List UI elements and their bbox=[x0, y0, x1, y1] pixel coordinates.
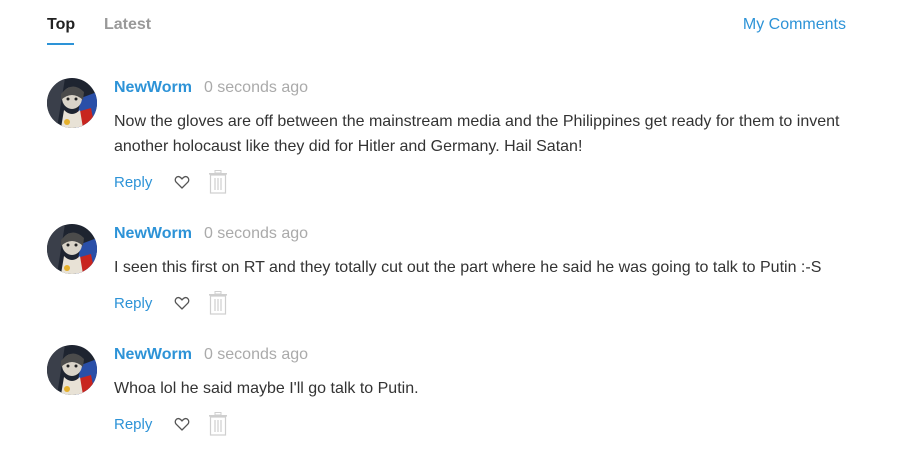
tab-top[interactable]: Top bbox=[47, 16, 75, 34]
avatar-image bbox=[47, 78, 97, 128]
comments-tabs: Top Latest My Comments bbox=[47, 0, 846, 48]
heart-outline-icon[interactable] bbox=[174, 174, 190, 190]
comment-body: NewWorm 0 seconds ago I seen this first o… bbox=[114, 224, 847, 315]
comments-widget: Top Latest My Comments NewWorm 0 seconds … bbox=[0, 0, 903, 467]
avatar[interactable] bbox=[47, 345, 97, 395]
comment-text: I seen this first on RT and they totally… bbox=[114, 259, 822, 276]
avatar-image bbox=[47, 224, 97, 274]
comment-timestamp: 0 seconds ago bbox=[203, 79, 309, 96]
reply-button[interactable]: Reply bbox=[114, 295, 152, 312]
active-tab-indicator bbox=[47, 43, 74, 45]
comment-meta: NewWorm 0 seconds ago bbox=[114, 224, 847, 244]
comment-author[interactable]: NewWorm bbox=[114, 346, 192, 363]
trash-icon[interactable] bbox=[208, 291, 228, 315]
avatar[interactable] bbox=[47, 78, 97, 128]
comment-meta: NewWorm 0 seconds ago bbox=[114, 78, 847, 98]
heart-outline-icon[interactable] bbox=[174, 416, 190, 432]
comment-author[interactable]: NewWorm bbox=[114, 225, 192, 242]
reply-button[interactable]: Reply bbox=[114, 416, 152, 433]
comment-author[interactable]: NewWorm bbox=[114, 79, 192, 96]
trash-icon[interactable] bbox=[208, 170, 228, 194]
comment-body: NewWorm 0 seconds ago Whoa lol he said ma… bbox=[114, 345, 847, 436]
my-comments-link[interactable]: My Comments bbox=[743, 16, 846, 34]
avatar[interactable] bbox=[47, 224, 97, 274]
reply-button[interactable]: Reply bbox=[114, 174, 152, 191]
comment-body: NewWorm 0 seconds ago Now the gloves are … bbox=[114, 78, 847, 194]
heart-outline-icon[interactable] bbox=[174, 295, 190, 311]
comment-actions: Reply bbox=[114, 291, 847, 315]
comment-meta: NewWorm 0 seconds ago bbox=[114, 345, 847, 365]
comment-text: Now the gloves are off between the mains… bbox=[114, 113, 840, 155]
comment-actions: Reply bbox=[114, 170, 847, 194]
trash-icon[interactable] bbox=[208, 412, 228, 436]
comment-timestamp: 0 seconds ago bbox=[203, 225, 309, 242]
comment-timestamp: 0 seconds ago bbox=[203, 346, 309, 363]
avatar-image bbox=[47, 345, 97, 395]
tab-latest[interactable]: Latest bbox=[104, 16, 151, 34]
comment-actions: Reply bbox=[114, 412, 847, 436]
comment-text: Whoa lol he said maybe I'll go talk to P… bbox=[114, 380, 419, 397]
